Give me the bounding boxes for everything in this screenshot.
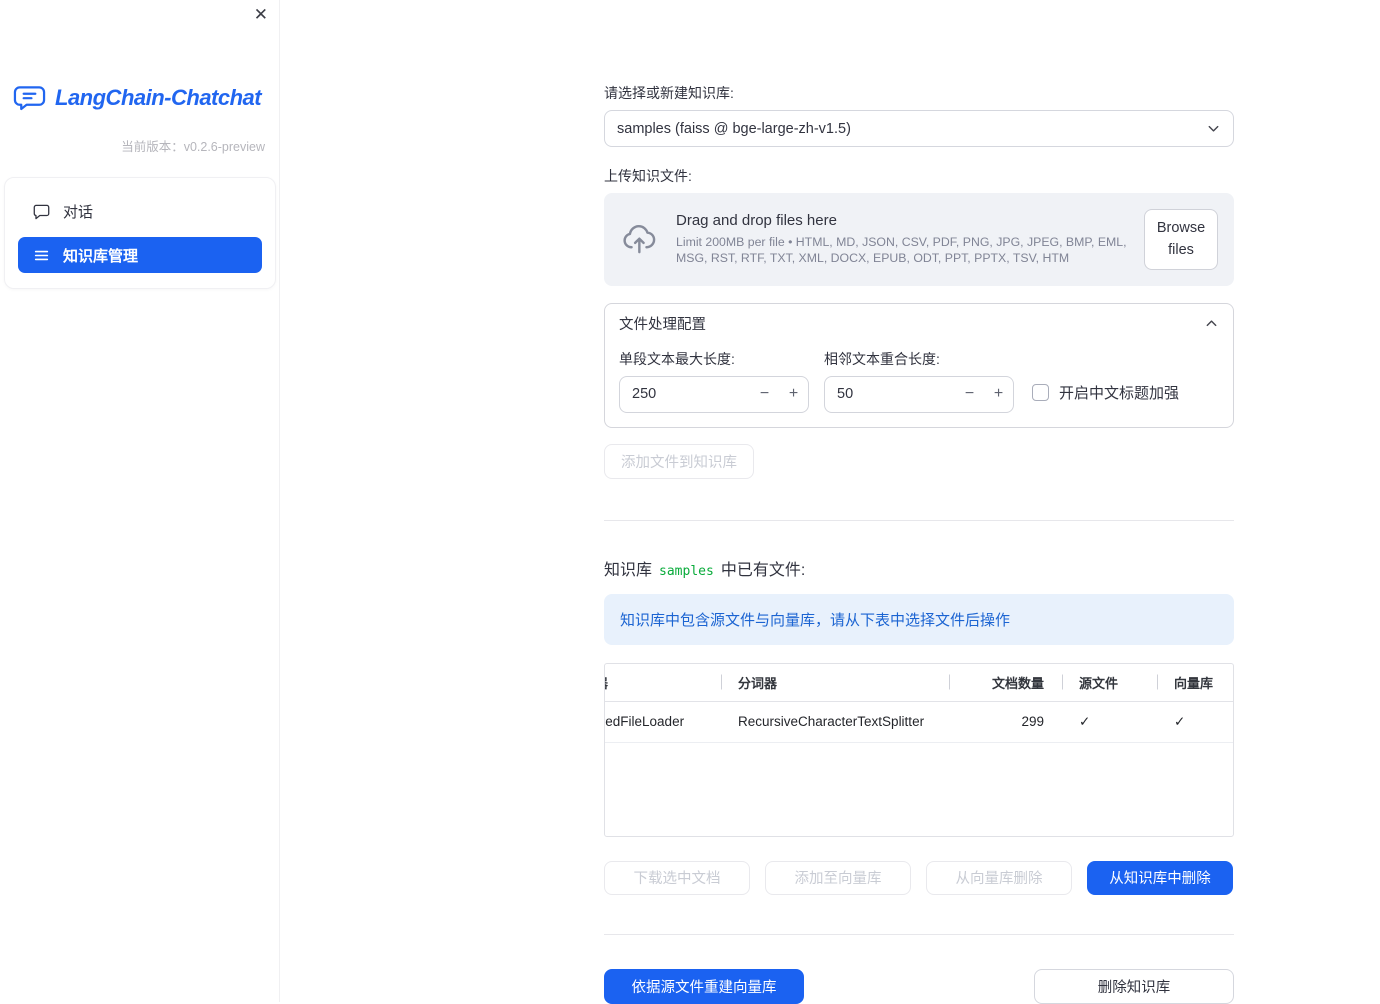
file-action-buttons: 下载选中文档 添加至向量库 从向量库删除 从知识库中删除: [604, 860, 1234, 895]
sidebar-item-dialogue[interactable]: 对话: [18, 193, 262, 229]
table-row[interactable]: UnstructuredFileLoader RecursiveCharacte…: [605, 702, 1233, 743]
overlap-increment-button[interactable]: +: [984, 385, 1013, 403]
overlap-stepper: 50 − +: [824, 375, 1014, 413]
main-area: 请选择或新建知识库: samples (faiss @ bge-large-zh…: [280, 0, 1380, 1004]
cell-source-file-check: ✓: [1079, 713, 1091, 729]
cell-splitter: RecursiveCharacterTextSplitter: [738, 714, 925, 730]
kb-action-buttons: 依据源文件重建向量库 删除知识库: [604, 968, 1234, 1004]
overlap-label: 相邻文本重合长度:: [824, 350, 940, 367]
sidebar-item-knowledge-base[interactable]: 知识库管理: [18, 237, 262, 273]
list-icon: [33, 247, 50, 264]
chevron-down-icon: [1206, 121, 1221, 136]
add-files-to-kb-button[interactable]: 添加文件到知识库: [604, 443, 754, 479]
expander-header[interactable]: 文件处理配置: [605, 304, 1233, 344]
logo-chat-icon: [13, 84, 46, 112]
heading-prefix: 知识库: [604, 561, 653, 579]
upload-label: 上传知识文件:: [604, 168, 692, 184]
cell-loader: UnstructuredFileLoader: [605, 714, 685, 730]
delete-from-kb-button[interactable]: 从知识库中删除: [1087, 860, 1233, 895]
sidebar-item-label: 知识库管理: [63, 247, 139, 265]
column-header-source-file[interactable]: 源文件: [1062, 673, 1157, 692]
table-header-row: 文档加载器 分词器 文档数量 源文件 向量库: [605, 664, 1233, 702]
cell-vector-store-check: ✓: [1174, 713, 1186, 729]
rebuild-vector-store-button[interactable]: 依据源文件重建向量库: [604, 968, 804, 1004]
zh-title-enhance-checkbox[interactable]: [1032, 383, 1049, 401]
chunk-size-stepper: 250 − +: [619, 375, 809, 413]
divider: [604, 519, 1234, 521]
files-table: 文档加载器 分词器 文档数量 源文件 向量库 UnstructuredFileL…: [604, 662, 1234, 837]
download-selected-button[interactable]: 下载选中文档: [604, 860, 750, 895]
chunk-size-decrement-button[interactable]: −: [750, 385, 779, 403]
kb-select-label: 请选择或新建知识库:: [604, 85, 734, 101]
file-dropzone[interactable]: Drag and drop files here Limit 200MB per…: [604, 193, 1234, 286]
chunk-size-input[interactable]: 250: [620, 386, 750, 402]
cloud-upload-icon: [620, 222, 660, 256]
zh-title-enhance-row: 开启中文标题加强: [1032, 382, 1179, 403]
close-sidebar-button[interactable]: ✕: [254, 6, 268, 23]
column-header-loader[interactable]: 文档加载器: [605, 673, 721, 692]
delete-kb-button[interactable]: 删除知识库: [1034, 968, 1234, 1004]
kb-files-heading: 知识库 samples 中已有文件:: [604, 556, 1234, 580]
sidebar-menu: 对话 知识库管理: [4, 177, 276, 289]
sidebar-item-label: 对话: [63, 203, 94, 221]
heading-suffix: 中已有文件:: [720, 561, 806, 579]
column-header-doc-count[interactable]: 文档数量: [949, 673, 1062, 692]
delete-from-vector-store-button[interactable]: 从向量库删除: [926, 860, 1072, 895]
divider: [604, 933, 1234, 935]
kb-select-value: samples (faiss @ bge-large-zh-v1.5): [617, 120, 851, 137]
version-text: 当前版本：v0.2.6-preview: [121, 140, 265, 154]
add-to-vector-store-button[interactable]: 添加至向量库: [765, 860, 911, 895]
app-logo: LangChain-Chatchat: [13, 84, 280, 112]
chunk-size-label: 单段文本最大长度:: [619, 350, 735, 367]
browse-files-button[interactable]: Browse files: [1144, 209, 1218, 270]
dropzone-limit-text: Limit 200MB per file • HTML, MD, JSON, C…: [676, 235, 1127, 266]
expander-title: 文件处理配置: [619, 317, 706, 334]
column-header-vector-store[interactable]: 向量库: [1157, 673, 1233, 692]
app-title: LangChain-Chatchat: [55, 85, 262, 110]
column-header-splitter[interactable]: 分词器: [721, 673, 949, 692]
chat-bubble-icon: [33, 203, 50, 220]
sidebar: ✕ LangChain-Chatchat 当前版本：v0.2.6-preview…: [0, 0, 280, 1002]
chevron-up-icon: [1204, 316, 1219, 331]
zh-title-enhance-label[interactable]: 开启中文标题加强: [1059, 382, 1179, 403]
overlap-input[interactable]: 50: [825, 386, 955, 402]
dropzone-title: Drag and drop files here: [676, 212, 837, 230]
chunk-size-increment-button[interactable]: +: [779, 385, 808, 403]
file-config-expander: 文件处理配置 单段文本最大长度: 250 − + 相邻文本重合长度: 50 − …: [604, 302, 1234, 428]
kb-select[interactable]: samples (faiss @ bge-large-zh-v1.5): [604, 110, 1234, 147]
kb-name-code: samples: [659, 563, 714, 579]
overlap-decrement-button[interactable]: −: [955, 385, 984, 403]
cell-doc-count: 299: [1021, 714, 1044, 730]
info-banner: 知识库中包含源文件与向量库，请从下表中选择文件后操作: [604, 593, 1234, 645]
